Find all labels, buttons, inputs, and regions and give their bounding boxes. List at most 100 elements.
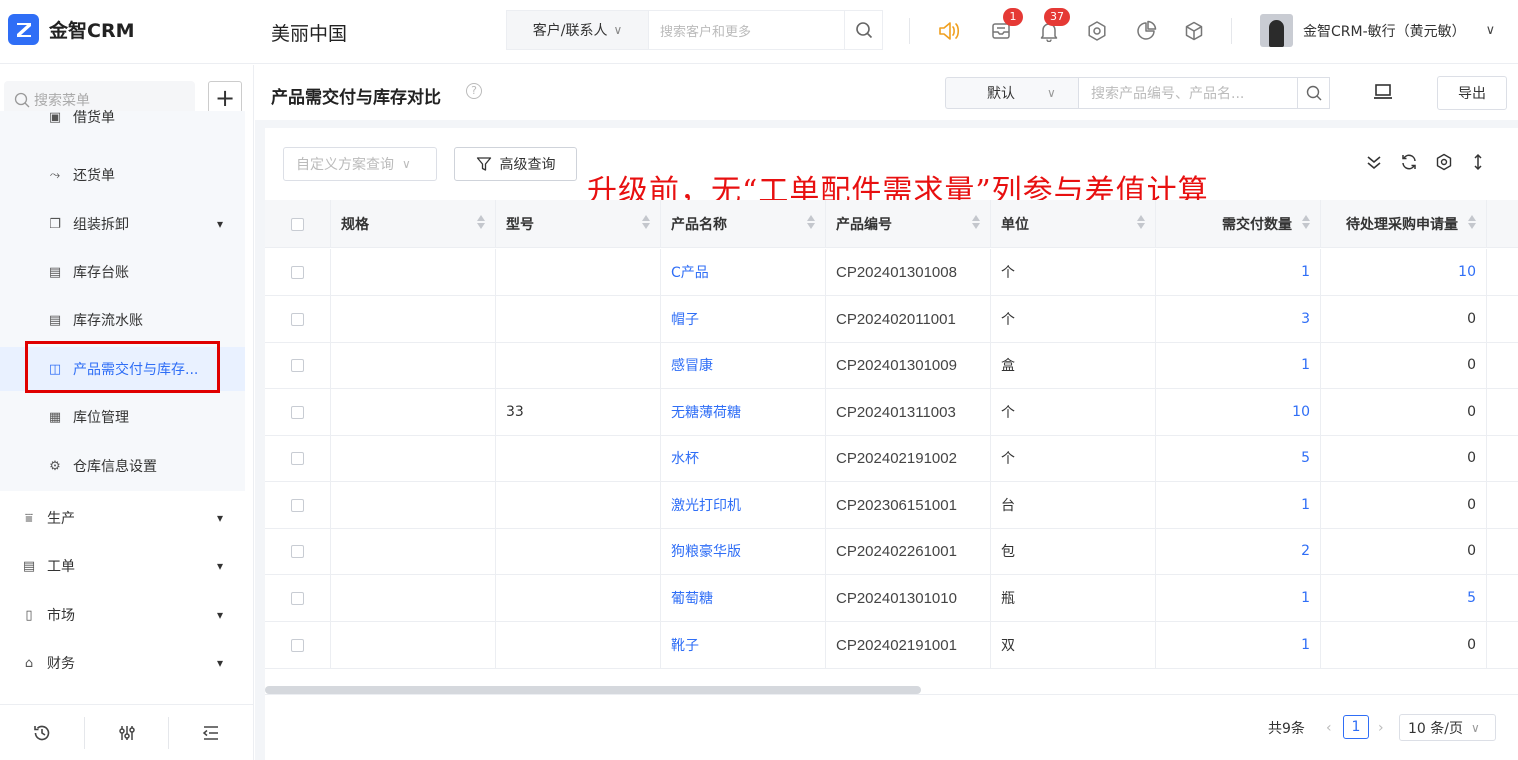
settings-button[interactable] bbox=[1084, 18, 1110, 44]
company-name[interactable]: 美丽中国 bbox=[271, 19, 347, 46]
plan-select[interactable]: 默认 ∨ bbox=[945, 77, 1079, 109]
sidebar-item-label: 财务 bbox=[47, 656, 75, 672]
column-header-unit[interactable]: 单位 bbox=[991, 200, 1156, 248]
speaker-button[interactable] bbox=[936, 18, 962, 44]
global-search-input[interactable]: 搜索客户和更多 bbox=[649, 21, 844, 40]
sidebar-item-assembly[interactable]: ❐ 组装拆卸 ▾ bbox=[0, 202, 245, 246]
apps-button[interactable] bbox=[1181, 18, 1207, 44]
column-label: 单位 bbox=[1001, 217, 1029, 233]
column-header-product-code[interactable]: 产品编号 bbox=[826, 200, 991, 248]
sort-icon[interactable] bbox=[1302, 215, 1310, 229]
cell-pending-purchase-link[interactable]: 5 bbox=[1321, 575, 1487, 621]
help-icon[interactable]: ? bbox=[466, 83, 482, 99]
cell-deliver-qty-link[interactable]: 1 bbox=[1156, 342, 1321, 388]
sort-icon[interactable] bbox=[1468, 215, 1476, 229]
page-size-select[interactable]: 10 条/页 ∨ bbox=[1399, 714, 1496, 741]
product-search-input[interactable]: 搜索产品编号、产品名... bbox=[1079, 83, 1297, 103]
cell-deliver-qty-link[interactable]: 1 bbox=[1156, 249, 1321, 295]
sidebar-item-label: 生产 bbox=[47, 511, 75, 527]
search-type-select[interactable]: 客户/联系人 ∨ bbox=[507, 11, 649, 49]
export-button[interactable]: 导出 bbox=[1437, 76, 1507, 110]
horizontal-scrollbar[interactable] bbox=[265, 686, 921, 694]
inbox-button[interactable]: 1 bbox=[988, 8, 1023, 44]
column-settings-button[interactable] bbox=[1434, 152, 1454, 172]
cell-product-name-link[interactable]: 帽子 bbox=[661, 296, 826, 342]
row-height-button[interactable] bbox=[1468, 152, 1488, 172]
cell-product-name-link[interactable]: 狗粮豪华版 bbox=[661, 528, 826, 574]
next-page-button[interactable]: › bbox=[1378, 714, 1384, 741]
cell-model bbox=[496, 249, 661, 295]
cell-deliver-qty-link[interactable]: 1 bbox=[1156, 575, 1321, 621]
row-checkbox[interactable] bbox=[291, 312, 304, 326]
sort-icon[interactable] bbox=[1137, 215, 1145, 229]
search-button[interactable] bbox=[844, 11, 882, 49]
sidebar-item-market[interactable]: ▯ 市场 ▾ bbox=[0, 593, 245, 637]
user-menu[interactable]: 金智CRM-敏行（黄元敏） ∨ bbox=[1260, 14, 1495, 47]
sidebar-item-workorder[interactable]: ▤ 工单 ▾ bbox=[0, 544, 245, 588]
product-search-button[interactable] bbox=[1297, 78, 1329, 108]
global-search: 客户/联系人 ∨ 搜索客户和更多 bbox=[506, 10, 883, 50]
location-icon: ▦ bbox=[48, 409, 62, 425]
row-checkbox[interactable] bbox=[291, 498, 304, 512]
print-button[interactable] bbox=[1373, 83, 1393, 105]
sidebar-item-warehouse-settings[interactable]: ⚙ 仓库信息设置 bbox=[0, 444, 245, 488]
cell-product-name-link[interactable]: 无糖薄荷糖 bbox=[661, 389, 826, 435]
custom-query-select[interactable]: 自定义方案查询 ∨ bbox=[283, 147, 437, 181]
cell-deliver-qty-link[interactable]: 10 bbox=[1156, 389, 1321, 435]
cell-deliver-qty-link[interactable]: 1 bbox=[1156, 622, 1321, 668]
page-number-current[interactable]: 1 bbox=[1343, 715, 1369, 739]
sidebar-item-stock-journal[interactable]: ▤ 库存流水账 bbox=[0, 298, 245, 342]
row-checkbox[interactable] bbox=[291, 591, 304, 605]
cell-product-name-link[interactable]: 激光打印机 bbox=[661, 482, 826, 528]
collapse-sidebar-button[interactable] bbox=[168, 716, 252, 749]
cell-model bbox=[496, 575, 661, 621]
cell-product-name-link[interactable]: 葡萄糖 bbox=[661, 575, 826, 621]
sidebar-item-stock-ledger[interactable]: ▤ 库存台账 bbox=[0, 250, 245, 294]
column-header-pending-purchase[interactable]: 待处理采购申请量 bbox=[1321, 200, 1487, 248]
row-checkbox[interactable] bbox=[291, 265, 304, 279]
collapse-all-button[interactable] bbox=[1364, 152, 1384, 172]
column-header-product-name[interactable]: 产品名称 bbox=[661, 200, 826, 248]
row-checkbox[interactable] bbox=[291, 405, 304, 419]
table-row: 33 无糖薄荷糖 CP202401311003 个 10 0 bbox=[265, 389, 1518, 436]
cell-deliver-qty-link[interactable]: 2 bbox=[1156, 528, 1321, 574]
history-button[interactable] bbox=[0, 717, 84, 749]
cell-deliver-qty-link[interactable]: 3 bbox=[1156, 296, 1321, 342]
advanced-query-button[interactable]: 高级查询 bbox=[454, 147, 577, 181]
cell-product-name-link[interactable]: 靴子 bbox=[661, 622, 826, 668]
cell-product-code: CP202402011001 bbox=[826, 296, 991, 342]
column-header-spec[interactable]: 规格 bbox=[331, 200, 496, 248]
sidebar-item-borrow[interactable]: ▣ 借货单 bbox=[0, 105, 245, 129]
cell-spec bbox=[331, 622, 496, 668]
app-logo[interactable]: 金智CRM bbox=[8, 14, 134, 45]
sidebar-item-return[interactable]: ⤳ 还货单 bbox=[0, 153, 245, 197]
cell-deliver-qty-link[interactable]: 1 bbox=[1156, 482, 1321, 528]
cell-product-code: CP202401301009 bbox=[826, 342, 991, 388]
bell-button[interactable]: 37 bbox=[1036, 8, 1070, 44]
column-header-model[interactable]: 型号 bbox=[496, 200, 661, 248]
row-checkbox[interactable] bbox=[291, 544, 304, 558]
refresh-button[interactable] bbox=[1399, 152, 1419, 172]
row-checkbox[interactable] bbox=[291, 358, 304, 372]
sidebar-item-production[interactable]: ⩸ 生产 ▾ bbox=[0, 496, 245, 540]
cell-deliver-qty-link[interactable]: 5 bbox=[1156, 435, 1321, 481]
cell-product-name-link[interactable]: 水杯 bbox=[661, 435, 826, 481]
select-all-checkbox[interactable] bbox=[291, 217, 304, 231]
filter-settings-button[interactable] bbox=[84, 716, 168, 749]
sort-icon[interactable] bbox=[807, 215, 815, 229]
row-checkbox[interactable] bbox=[291, 451, 304, 465]
sidebar-item-finance[interactable]: ⌂ 财务 ▾ bbox=[0, 641, 245, 685]
sort-icon[interactable] bbox=[477, 215, 485, 229]
cell-product-name-link[interactable]: 感冒康 bbox=[661, 342, 826, 388]
column-header-deliver-qty[interactable]: 需交付数量 bbox=[1156, 200, 1321, 248]
sort-icon[interactable] bbox=[642, 215, 650, 229]
table-row: 靴子 CP202402191001 双 1 0 bbox=[265, 622, 1518, 669]
sidebar-item-location[interactable]: ▦ 库位管理 bbox=[0, 395, 245, 439]
cell-unit: 个 bbox=[991, 435, 1156, 481]
cell-product-name-link[interactable]: C产品 bbox=[661, 249, 826, 295]
prev-page-button[interactable]: ‹ bbox=[1326, 714, 1332, 741]
row-checkbox[interactable] bbox=[291, 638, 304, 652]
cell-pending-purchase-link[interactable]: 10 bbox=[1321, 249, 1487, 295]
report-button[interactable] bbox=[1133, 18, 1159, 44]
sort-icon[interactable] bbox=[972, 215, 980, 229]
